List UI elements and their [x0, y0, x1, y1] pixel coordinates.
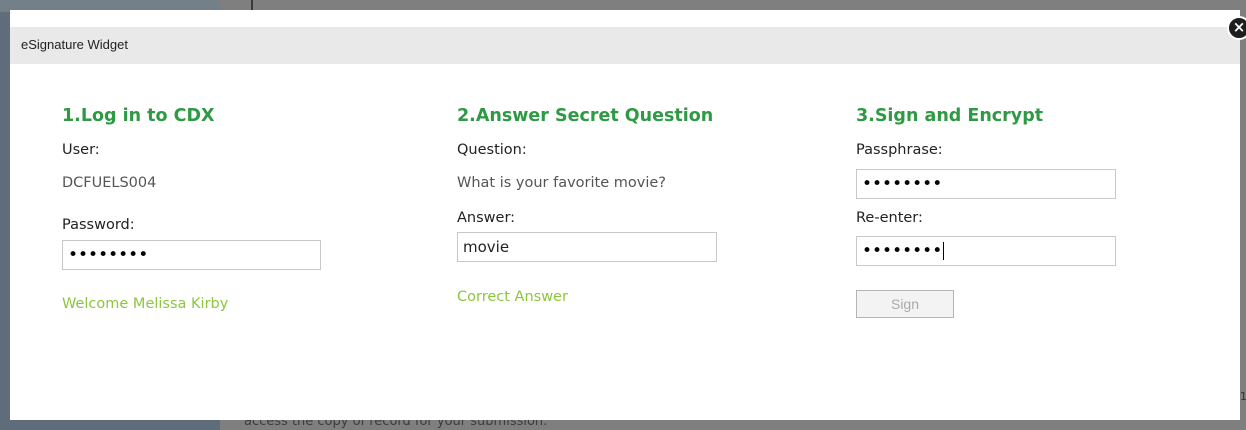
password-field[interactable]: ••••••••: [62, 240, 321, 270]
password-value: ••••••••: [68, 245, 149, 265]
sign-button[interactable]: Sign: [856, 290, 954, 318]
passphrase-label: Passphrase:: [856, 142, 943, 158]
question-label: Question:: [457, 142, 527, 158]
step-sign-heading: 3.Sign and Encrypt: [856, 106, 1044, 126]
step-login-heading: 1.Log in to CDX: [62, 106, 215, 126]
dialog-title: eSignature Widget: [21, 37, 128, 52]
reenter-value: ••••••••: [862, 241, 943, 261]
user-value: DCFUELS004: [62, 175, 157, 191]
answer-field[interactable]: movie: [457, 232, 717, 262]
reenter-field[interactable]: ••••••••: [856, 236, 1116, 266]
background-edge-text: 1: [1240, 390, 1246, 403]
step-login: 1.Log in to CDX User: DCFUELS004 Passwor…: [62, 106, 321, 312]
user-label: User:: [62, 142, 100, 158]
esignature-dialog: eSignature Widget 1.Log in to CDX User: …: [10, 10, 1240, 420]
reenter-label: Re-enter:: [856, 210, 923, 226]
step-secret-question: 2.Answer Secret Question Question: What …: [457, 106, 717, 305]
password-label: Password:: [62, 217, 135, 233]
text-caret: [943, 242, 945, 260]
question-value: What is your favorite movie?: [457, 175, 666, 191]
answer-status: Correct Answer: [457, 289, 568, 305]
dialog-titlebar: eSignature Widget: [10, 27, 1240, 64]
answer-label: Answer:: [457, 210, 516, 226]
answer-value: movie: [463, 238, 510, 256]
close-icon[interactable]: ×: [1227, 16, 1246, 40]
passphrase-value: ••••••••: [862, 174, 943, 194]
step-question-heading: 2.Answer Secret Question: [457, 106, 714, 126]
passphrase-field[interactable]: ••••••••: [856, 169, 1116, 199]
login-status: Welcome Melissa Kirby: [62, 296, 229, 312]
step-sign-encrypt: 3.Sign and Encrypt Passphrase: •••••••• …: [856, 106, 1116, 318]
